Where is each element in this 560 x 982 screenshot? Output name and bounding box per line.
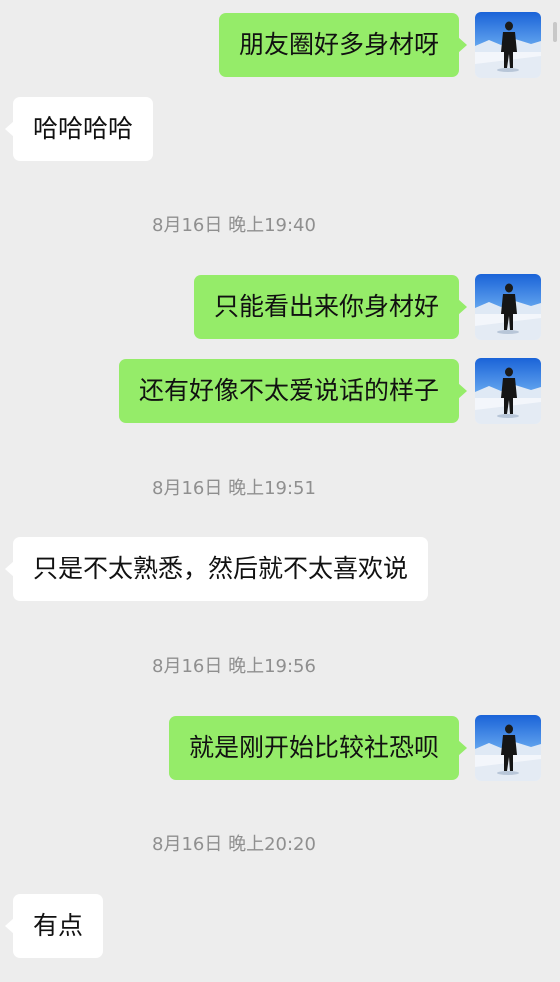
timestamp: 8月16日 晚上19:51 — [152, 478, 316, 499]
avatar[interactable] — [475, 358, 541, 424]
outgoing-message-bubble[interactable]: 只能看出来你身材好 — [193, 275, 468, 339]
incoming-message-bubble[interactable]: 只是不太熟悉，然后就不太喜欢说 — [4, 537, 429, 601]
outgoing-message-bubble[interactable]: 朋友圈好多身材呀 — [218, 13, 468, 77]
timestamp: 8月16日 晚上19:40 — [152, 215, 316, 236]
message-text: 哈哈哈哈 — [33, 114, 134, 143]
outgoing-message-bubble[interactable]: 还有好像不太爱说话的样子 — [118, 359, 468, 423]
avatar[interactable] — [475, 715, 541, 781]
message-text: 只是不太熟悉，然后就不太喜欢说 — [33, 554, 409, 583]
avatar-image-icon — [475, 12, 541, 78]
avatar-image-icon — [475, 274, 541, 340]
message-text: 只能看出来你身材好 — [213, 292, 439, 321]
avatar[interactable] — [475, 274, 541, 340]
message-text: 就是刚开始比较社恐呗 — [188, 733, 439, 762]
message-text: 有点 — [33, 911, 84, 940]
timestamp: 8月16日 晚上19:56 — [152, 656, 316, 677]
scrollbar[interactable] — [553, 22, 557, 42]
avatar[interactable] — [475, 12, 541, 78]
avatar-image-icon — [475, 358, 541, 424]
message-text: 还有好像不太爱说话的样子 — [138, 376, 439, 405]
incoming-message-bubble[interactable]: 哈哈哈哈 — [4, 97, 154, 161]
message-text: 朋友圈好多身材呀 — [238, 30, 439, 59]
chat-view[interactable]: 朋友圈好多身材呀 哈哈哈哈 8月16日 晚上19:40 只能看出来你身材好 还有… — [0, 0, 560, 982]
timestamp: 8月16日 晚上20:20 — [152, 834, 316, 855]
incoming-message-bubble[interactable]: 有点 — [4, 894, 104, 958]
outgoing-message-bubble[interactable]: 就是刚开始比较社恐呗 — [168, 716, 468, 780]
avatar-image-icon — [475, 715, 541, 781]
